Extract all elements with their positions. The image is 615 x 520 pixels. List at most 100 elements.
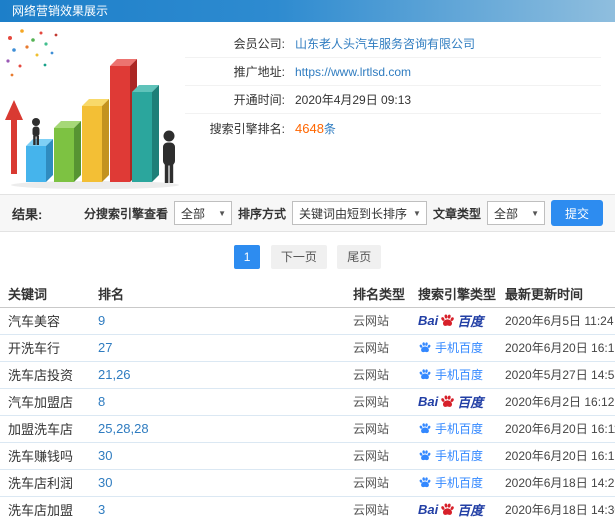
info-row-company: 会员公司: 山东老人头汽车服务咨询有限公司 bbox=[185, 30, 601, 58]
keyword-cell: 开洗车行 bbox=[0, 334, 90, 362]
rank-type-cell: 云网站 bbox=[345, 361, 410, 389]
rank-link[interactable]: 27 bbox=[98, 340, 112, 355]
header-rank-type: 排名类型 bbox=[345, 281, 410, 308]
engine-cell: 手机百度 bbox=[410, 415, 497, 443]
table-row: 洗车店利润 30 云网站 手机百度 2020年6月18日 14:27 bbox=[0, 469, 615, 497]
engine-cell: Bai 百度 bbox=[410, 496, 497, 520]
update-time-cell: 2020年6月20日 16:16 bbox=[497, 334, 615, 362]
keyword-cell: 洗车店利润 bbox=[0, 469, 90, 497]
sort-label: 排序方式 bbox=[238, 206, 287, 221]
table-row: 加盟洗车店 25,28,28 云网站 手机百度 2020年6月20日 16:11 bbox=[0, 415, 615, 443]
rank-link[interactable]: 3 bbox=[98, 502, 105, 517]
baidu-logo-text-right: 百度 bbox=[457, 503, 484, 518]
result-section-label: 结果: bbox=[12, 206, 43, 222]
rank-link[interactable]: 8 bbox=[98, 394, 105, 409]
page-title: 网络营销效果展示 bbox=[12, 4, 109, 18]
info-row-site: 推广地址: https://www.lrtlsd.com bbox=[185, 58, 601, 86]
rank-type-cell: 云网站 bbox=[345, 496, 410, 520]
update-time-cell: 2020年6月20日 16:12 bbox=[497, 442, 615, 470]
engine-filter-select[interactable]: 全部 ▼ bbox=[174, 201, 233, 225]
rank-type-cell: 云网站 bbox=[345, 415, 410, 443]
rank-link[interactable]: 21,26 bbox=[98, 367, 131, 382]
update-time-cell: 2020年6月18日 14:27 bbox=[497, 469, 615, 497]
last-page-link[interactable]: 尾页 bbox=[337, 245, 382, 269]
mobile-baidu-logo: 手机百度 bbox=[418, 366, 483, 383]
mobile-baidu-paw-icon bbox=[418, 368, 432, 381]
page-titlebar: 网络营销效果展示 bbox=[0, 0, 615, 22]
chevron-down-icon: ▼ bbox=[413, 208, 421, 218]
baidu-pc-logo: Bai 百度 bbox=[418, 311, 483, 330]
rank-count-value: 4648 bbox=[295, 120, 324, 136]
engine-cell: Bai 百度 bbox=[410, 388, 497, 416]
update-time-cell: 2020年6月2日 16:12 bbox=[497, 388, 615, 416]
baidu-pc-logo: Bai 百度 bbox=[418, 500, 483, 519]
table-row: 洗车店投资 21,26 云网站 手机百度 2020年5月27日 14:58 bbox=[0, 361, 615, 389]
baidu-logo-text-left: Bai bbox=[418, 502, 439, 517]
mobile-baidu-paw-icon bbox=[418, 422, 432, 435]
company-link[interactable]: 山东老人头汽车服务咨询有限公司 bbox=[295, 35, 475, 52]
table-row: 汽车美容 9 云网站 Bai 百度 2020年6月5日 11:24 bbox=[0, 307, 615, 335]
marketing-chart-illustration bbox=[0, 22, 185, 194]
table-row: 洗车赚钱吗 30 云网站 手机百度 2020年6月20日 16:12 bbox=[0, 442, 615, 470]
engine-cell: Bai 百度 bbox=[410, 307, 497, 335]
article-type-label: 文章类型 bbox=[432, 206, 481, 221]
engine-filter-label: 分搜索引擎查看 bbox=[84, 206, 169, 221]
page-number-current[interactable]: 1 bbox=[233, 245, 261, 269]
baidu-pc-logo: Bai 百度 bbox=[418, 392, 483, 411]
keyword-cell: 汽车美容 bbox=[0, 307, 90, 335]
keyword-cell: 洗车店投资 bbox=[0, 361, 90, 389]
mobile-baidu-label: 手机百度 bbox=[435, 367, 484, 382]
mobile-baidu-logo: 手机百度 bbox=[418, 339, 483, 356]
mobile-baidu-label: 手机百度 bbox=[435, 340, 484, 355]
keyword-cell: 洗车店加盟 bbox=[0, 496, 90, 520]
filter-controls: 分搜索引擎查看 全部 ▼ 排序方式 关键词由短到长排序 ▼ 文章类型 全部 ▼ … bbox=[84, 200, 603, 226]
rank-count-unit: 条 bbox=[323, 121, 336, 136]
baidu-paw-icon bbox=[439, 313, 456, 328]
opened-label: 开通时间: bbox=[233, 93, 285, 107]
pagination: 1 下一页 尾页 bbox=[0, 232, 615, 281]
info-row-rank-count: 搜索引擎排名: 4648 条 bbox=[185, 114, 601, 142]
article-type-select[interactable]: 全部 ▼ bbox=[486, 201, 545, 225]
rank-link[interactable]: 25,28,28 bbox=[98, 421, 149, 436]
bar-chart-graphic bbox=[5, 29, 179, 189]
engine-cell: 手机百度 bbox=[410, 469, 497, 497]
update-time-cell: 2020年6月5日 11:24 bbox=[497, 307, 615, 335]
header-keyword: 关键词 bbox=[0, 281, 90, 308]
account-info: 会员公司: 山东老人头汽车服务咨询有限公司 推广地址: https://www.… bbox=[185, 22, 615, 194]
baidu-logo-text-left: Bai bbox=[418, 394, 439, 409]
engine-cell: 手机百度 bbox=[410, 334, 497, 362]
company-label: 会员公司: bbox=[233, 37, 285, 51]
table-row: 汽车加盟店 8 云网站 Bai 百度 2020年6月2日 16:12 bbox=[0, 388, 615, 416]
next-page-link[interactable]: 下一页 bbox=[270, 245, 327, 269]
update-time-cell: 2020年6月18日 14:30 bbox=[497, 496, 615, 520]
confetti-dots bbox=[6, 29, 58, 77]
rank-link[interactable]: 30 bbox=[98, 475, 112, 490]
baidu-logo-text-left: Bai bbox=[418, 313, 439, 328]
filter-bar: 结果: 分搜索引擎查看 全部 ▼ 排序方式 关键词由短到长排序 ▼ 文章类型 全… bbox=[0, 194, 615, 232]
sort-select[interactable]: 关键词由短到长排序 ▼ bbox=[292, 201, 427, 225]
baidu-paw-icon bbox=[439, 394, 456, 409]
info-row-opened: 开通时间: 2020年4月29日 09:13 bbox=[185, 86, 601, 114]
table-header-row: 关键词 排名 排名类型 搜索引擎类型 最新更新时间 bbox=[0, 281, 615, 308]
mobile-baidu-label: 手机百度 bbox=[435, 475, 484, 490]
header-rank: 排名 bbox=[90, 281, 345, 308]
mobile-baidu-label: 手机百度 bbox=[435, 421, 484, 436]
header-update-time: 最新更新时间 bbox=[497, 281, 615, 308]
mobile-baidu-paw-icon bbox=[418, 476, 432, 489]
rank-link[interactable]: 9 bbox=[98, 313, 105, 328]
keyword-ranking-table: 关键词 排名 排名类型 搜索引擎类型 最新更新时间 汽车美容 9 云网站 Bai… bbox=[0, 281, 615, 520]
site-link[interactable]: https://www.lrtlsd.com bbox=[295, 65, 411, 79]
keyword-cell: 汽车加盟店 bbox=[0, 388, 90, 416]
rank-type-cell: 云网站 bbox=[345, 334, 410, 362]
rank-type-cell: 云网站 bbox=[345, 388, 410, 416]
engine-cell: 手机百度 bbox=[410, 442, 497, 470]
mobile-baidu-paw-icon bbox=[418, 341, 432, 354]
rank-link[interactable]: 30 bbox=[98, 448, 112, 463]
mobile-baidu-label: 手机百度 bbox=[435, 448, 484, 463]
chevron-down-icon: ▼ bbox=[218, 208, 227, 218]
submit-button[interactable]: 提交 bbox=[550, 200, 603, 226]
mobile-baidu-logo: 手机百度 bbox=[418, 474, 483, 491]
keyword-cell: 洗车赚钱吗 bbox=[0, 442, 90, 470]
mobile-baidu-logo: 手机百度 bbox=[418, 420, 483, 437]
article-type-value: 全部 bbox=[493, 206, 518, 221]
